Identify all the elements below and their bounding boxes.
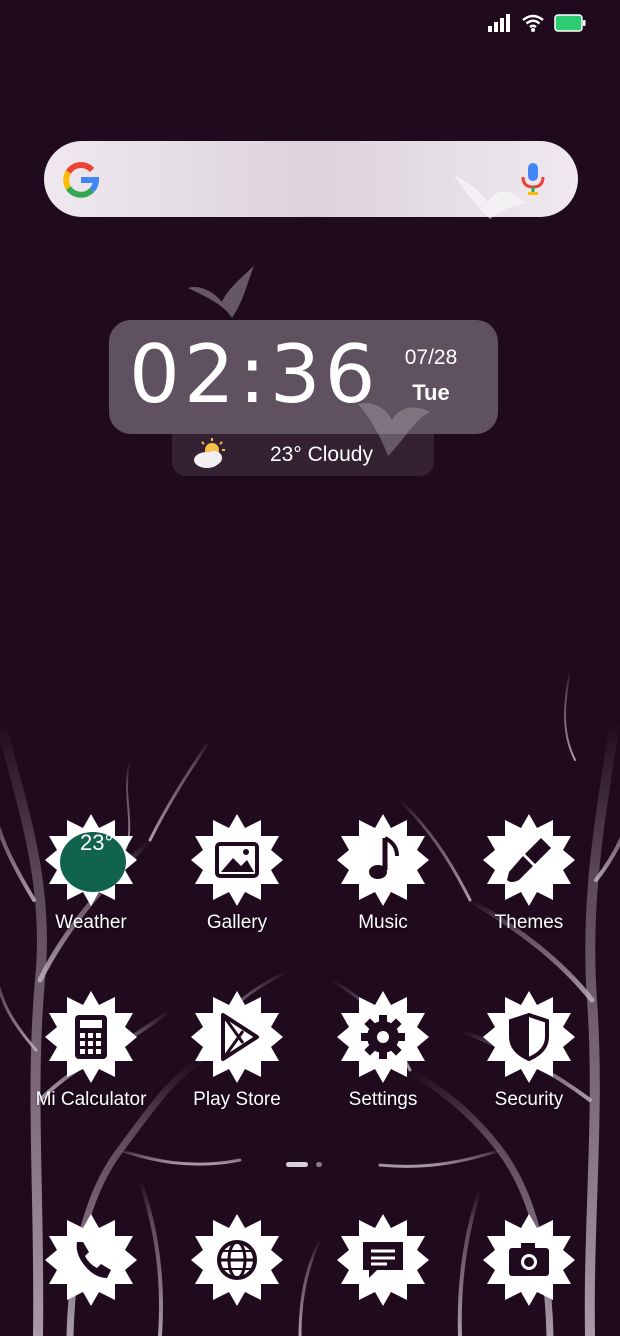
- browser-globe-icon: [191, 1214, 283, 1306]
- clock-day: Tue: [412, 380, 450, 405]
- mic-icon[interactable]: [520, 161, 546, 197]
- app-play-store[interactable]: Play Store: [164, 991, 310, 1111]
- page-dot-active: [286, 1162, 308, 1167]
- camera-icon: [483, 1214, 575, 1306]
- gallery-icon: [191, 814, 283, 906]
- app-label: Gallery: [206, 912, 268, 933]
- shield-icon: [483, 991, 575, 1083]
- google-search-bar[interactable]: [44, 141, 578, 219]
- messages-icon: [337, 1214, 429, 1306]
- bat-decoration-icon: [454, 175, 526, 219]
- app-label: Settings: [348, 1089, 418, 1110]
- app-label: Music: [358, 912, 408, 933]
- clock-date: 07/28: [404, 346, 458, 369]
- partly-cloudy-icon: [194, 438, 225, 468]
- app-label: Weather: [55, 912, 127, 933]
- app-label: Mi Calculator: [35, 1089, 147, 1110]
- app-label: Themes: [494, 912, 564, 933]
- weather-badge-temp: 23°: [80, 830, 114, 855]
- app-security[interactable]: Security: [456, 991, 602, 1111]
- weather-summary: 23° Cloudy: [270, 443, 373, 466]
- paintbrush-icon: [483, 814, 575, 906]
- page-indicator[interactable]: [286, 1162, 322, 1167]
- dock-camera[interactable]: [456, 1214, 602, 1306]
- calculator-icon: [45, 991, 137, 1083]
- app-gallery[interactable]: Gallery: [164, 814, 310, 934]
- google-logo-icon: [63, 162, 100, 198]
- clock-widget[interactable]: 02:36 07/28 Tue: [109, 320, 498, 434]
- wifi-icon: [522, 14, 544, 32]
- page-dot: [316, 1162, 322, 1167]
- weather-widget[interactable]: 23° Cloudy: [172, 434, 434, 476]
- status-bar: [488, 14, 586, 32]
- clock-time: 02:36: [129, 328, 380, 421]
- gear-icon: [337, 991, 429, 1083]
- app-label: Play Store: [193, 1089, 281, 1110]
- dock-messages[interactable]: [310, 1214, 456, 1306]
- music-icon: [337, 814, 429, 906]
- battery-icon: [554, 14, 586, 32]
- app-label: Security: [494, 1089, 564, 1110]
- signal-icon: [488, 14, 510, 32]
- phone-icon: [45, 1214, 137, 1306]
- app-mi-calculator[interactable]: Mi Calculator: [18, 991, 164, 1111]
- app-settings[interactable]: Settings: [310, 991, 456, 1111]
- dock-browser[interactable]: [164, 1214, 310, 1306]
- play-store-icon: [191, 991, 283, 1083]
- dock-phone[interactable]: [18, 1214, 164, 1306]
- app-themes[interactable]: Themes: [456, 814, 602, 934]
- app-music[interactable]: Music: [310, 814, 456, 934]
